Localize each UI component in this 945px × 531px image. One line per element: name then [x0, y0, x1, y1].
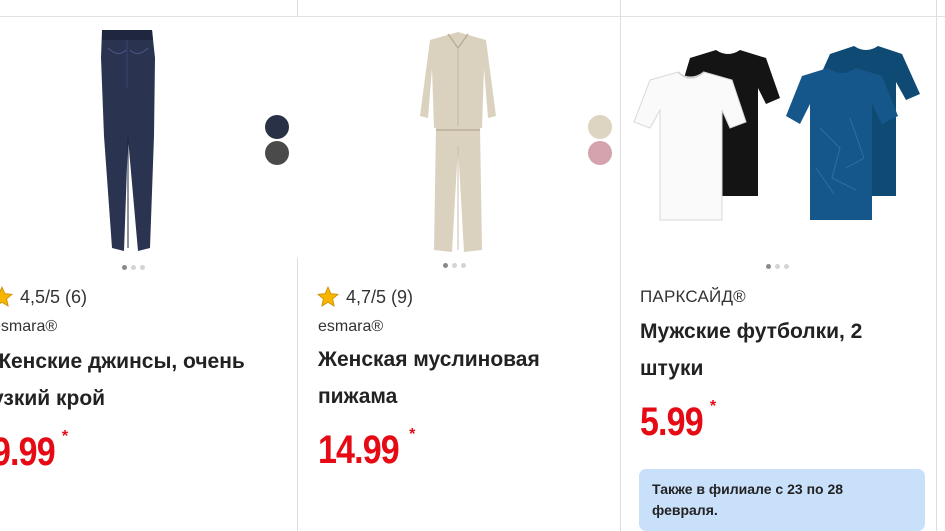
- carousel-dot[interactable]: [461, 263, 466, 268]
- product-card-jeans[interactable]: 4,5/5 (6) esmara® Женские джинсы, очень …: [0, 18, 298, 531]
- price: 9.99 *: [0, 428, 69, 475]
- price-value: 9.99: [0, 430, 56, 474]
- product-title-line: Женская муслиновая: [318, 348, 540, 371]
- carousel-dot[interactable]: [122, 265, 127, 270]
- price: 5.99 *: [640, 398, 717, 445]
- color-swatch-navy[interactable]: [265, 115, 289, 139]
- rating[interactable]: 4,5/5 (6): [0, 285, 87, 309]
- price: 14.99 *: [318, 426, 416, 473]
- price-asterisk: *: [61, 428, 69, 445]
- rating[interactable]: 4,7/5 (9): [316, 285, 413, 309]
- brand-name: esmara®: [318, 318, 384, 335]
- price-value: 14.99: [318, 428, 400, 472]
- product-title[interactable]: Женские джинсы, очень узкий крой: [0, 343, 292, 417]
- carousel-dot[interactable]: [131, 265, 136, 270]
- column-divider: [297, 0, 298, 16]
- product-image-jeans[interactable]: [0, 18, 298, 263]
- image-carousel-dots[interactable]: [766, 264, 789, 269]
- carousel-dot[interactable]: [766, 264, 771, 269]
- rating-text: 4,7/5 (9): [346, 286, 414, 307]
- store-availability-notice: Также в филиале с 23 по 28 февраля.: [639, 469, 925, 531]
- color-swatch-beige[interactable]: [588, 115, 612, 139]
- product-image-pajama[interactable]: [298, 18, 620, 263]
- rating-text: 4,5/5 (6): [20, 286, 88, 307]
- product-title-line: узкий крой: [0, 387, 106, 410]
- price-asterisk: *: [409, 426, 416, 443]
- star-icon: [0, 286, 13, 307]
- product-card-tshirts[interactable]: ПАРКСАЙД® Мужские футболки, 2 штуки 5.99…: [620, 18, 940, 531]
- color-swatch-pink[interactable]: [588, 141, 612, 165]
- carousel-dot[interactable]: [784, 264, 789, 269]
- carousel-dot[interactable]: [452, 263, 457, 268]
- price-value: 5.99: [640, 400, 704, 444]
- image-carousel-dots[interactable]: [443, 263, 466, 268]
- image-carousel-dots[interactable]: [122, 265, 145, 270]
- brand-name: esmara®: [0, 318, 58, 335]
- product-image-tshirts[interactable]: [620, 18, 936, 263]
- star-icon: [317, 286, 339, 307]
- color-swatch-gray[interactable]: [265, 141, 289, 165]
- carousel-dot[interactable]: [443, 263, 448, 268]
- product-card-pajama[interactable]: 4,7/5 (9) esmara® Женская муслиновая пиж…: [298, 18, 620, 531]
- top-divider: [0, 16, 945, 17]
- product-title-line: Мужские футболки, 2: [640, 320, 863, 343]
- brand-name: ПАРКСАЙД®: [640, 287, 746, 306]
- price-asterisk: *: [709, 398, 717, 415]
- product-title[interactable]: Мужские футболки, 2 штуки: [640, 313, 940, 387]
- product-title-line: Женские джинсы, очень: [0, 350, 245, 373]
- carousel-dot[interactable]: [775, 264, 780, 269]
- product-title-line: пижама: [318, 385, 398, 408]
- product-title[interactable]: Женская муслиновая пижама: [318, 341, 618, 415]
- carousel-dot[interactable]: [140, 265, 145, 270]
- product-title-line: штуки: [640, 357, 704, 380]
